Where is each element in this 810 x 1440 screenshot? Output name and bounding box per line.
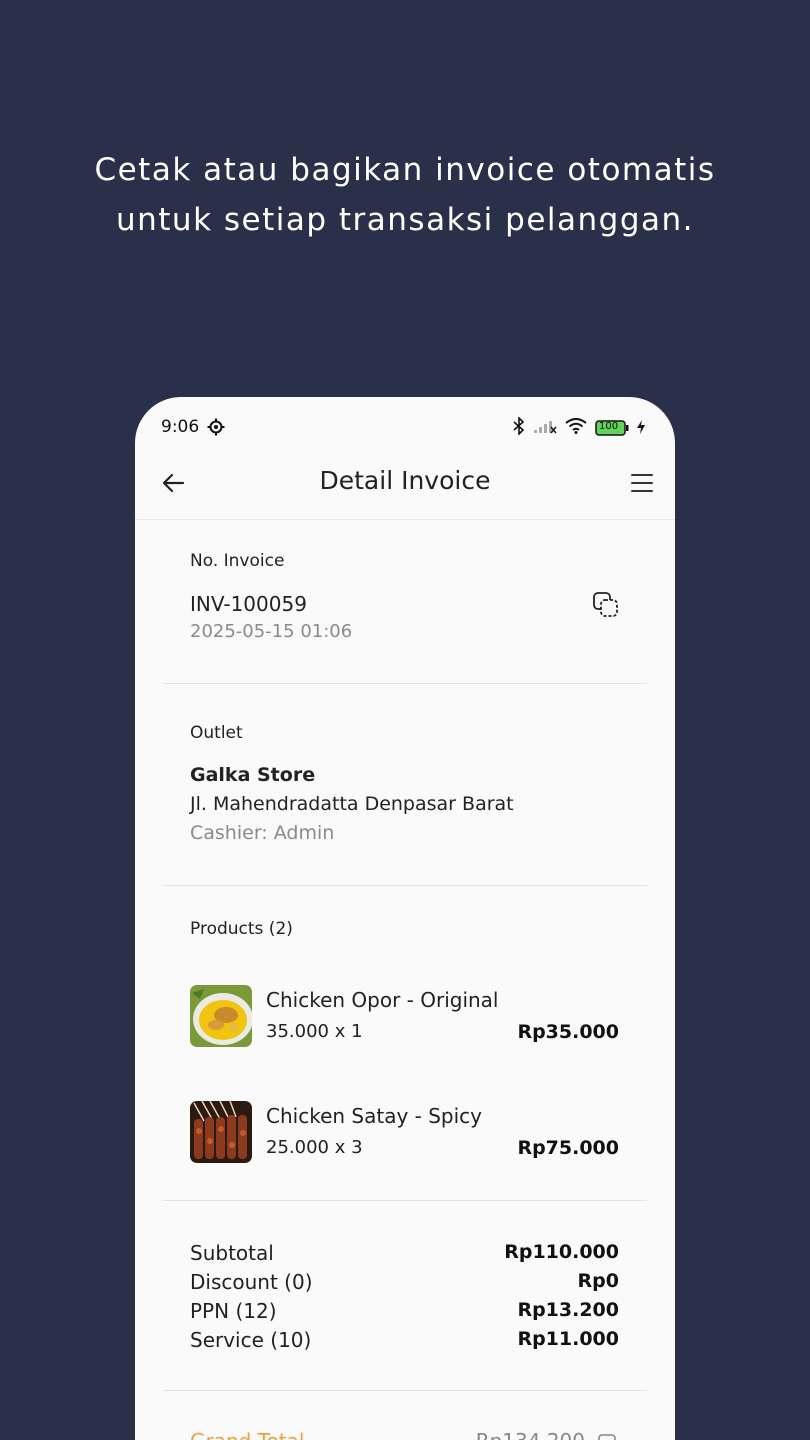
product-total: Rp75.000 [517,1137,619,1159]
summary-value-service: Rp11.000 [517,1328,619,1350]
grand-total-copy-icon[interactable] [597,1433,617,1440]
summary-label-service: Service (10) [190,1328,312,1352]
status-bar: 9:06 100 [135,397,675,457]
summary-value-ppn: Rp13.200 [517,1299,619,1321]
wifi-icon [565,418,587,438]
promo-headline: Cetak atau bagikan invoice otomatis untu… [0,145,810,245]
products-label: Products (2) [190,919,293,939]
headline-line-2: untuk setiap transaksi pelanggan. [115,202,695,238]
summary-label-discount: Discount (0) [190,1270,313,1294]
battery-level: 100 [599,421,619,432]
invoice-number: INV-100059 [190,592,307,616]
outlet-name: Galka Store [190,764,316,786]
copy-icon[interactable] [592,591,620,619]
divider [163,885,647,886]
settings-gear-icon [207,418,225,440]
product-qty: 25.000 x 3 [266,1137,363,1158]
summary-label-ppn: PPN (12) [190,1299,277,1323]
cellular-signal-icon [533,418,557,438]
bluetooth-icon [513,416,525,439]
summary-value-discount: Rp0 [577,1270,619,1292]
outlet-address: Jl. Mahendradatta Denpasar Barat [190,793,514,815]
grand-total-label: Grand Total [190,1429,304,1440]
cashier-name: Cashier: Admin [190,822,335,844]
headline-line-1: Cetak atau bagikan invoice otomatis [94,152,716,188]
product-image-opor [190,985,252,1047]
product-name: Chicken Opor - Original [266,988,499,1012]
charging-icon [637,419,645,438]
page-title: Detail Invoice [319,466,491,495]
product-qty: 35.000 x 1 [266,1021,363,1042]
outlet-label: Outlet [190,723,243,743]
summary-value-subtotal: Rp110.000 [504,1241,619,1263]
invoice-datetime: 2025-05-15 01:06 [190,621,353,642]
summary-label-subtotal: Subtotal [190,1241,274,1265]
status-time: 9:06 [161,417,200,437]
divider [163,683,647,684]
battery-icon: 100 [595,420,629,436]
app-bar: Detail Invoice [135,457,675,520]
phone-screen: 9:06 100 Detail Invoice No. Invoice INV-… [135,397,675,1440]
invoice-label: No. Invoice [190,551,285,571]
product-image-satay [190,1101,252,1163]
product-name: Chicken Satay - Spicy [266,1104,482,1128]
divider [163,1390,647,1391]
divider [163,1200,647,1201]
product-total: Rp35.000 [517,1021,619,1043]
grand-total-value: Rp134.200 [476,1429,585,1440]
menu-icon[interactable] [631,470,653,496]
